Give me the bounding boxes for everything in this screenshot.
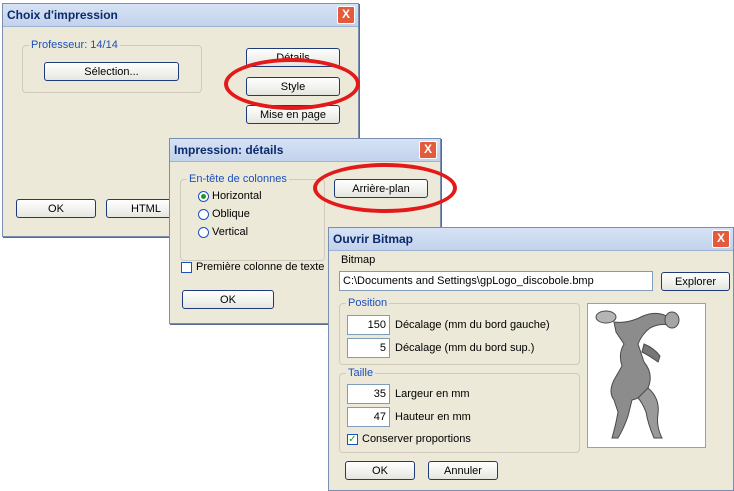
checkbox-icon[interactable] [181,262,192,273]
explorer-button[interactable]: Explorer [661,272,730,291]
bitmap-path-field[interactable]: C:\Documents and Settings\gpLogo_discobo… [339,271,653,291]
decalage-gauche-field[interactable]: 150 [347,315,390,335]
highlight-ring-arriere-plan [313,163,457,213]
radio-vertical-label[interactable]: Vertical [212,226,248,238]
bitmap-label: Bitmap [341,254,376,266]
impression-titlebar[interactable]: Impression: détails X [170,139,440,162]
choix-title: Choix d'impression [7,8,118,22]
premiere-colonne-label[interactable]: Première colonne de texte su [196,261,339,273]
radio-icon[interactable] [198,209,209,220]
largeur-field[interactable]: 35 [347,384,390,404]
professeur-group-label: Professeur: 14/14 [29,39,120,51]
radio-icon[interactable] [198,191,209,202]
bitmap-titlebar[interactable]: Ouvrir Bitmap X [329,228,733,251]
radio-horizontal-label[interactable]: Horizontal [212,190,262,202]
radio-oblique-label[interactable]: Oblique [212,208,250,220]
largeur-label: Largeur en mm [395,388,470,400]
checkbox-icon[interactable]: ✓ [347,434,358,445]
highlight-ring-style [224,58,360,110]
close-icon[interactable]: X [419,141,437,159]
bitmap-title: Ouvrir Bitmap [333,232,414,246]
close-icon[interactable]: X [337,6,355,24]
position-group-label: Position [346,297,390,309]
decalage-gauche-label: Décalage (mm du bord gauche) [395,319,550,331]
ok-button[interactable]: OK [16,199,96,218]
discobolus-image [595,310,680,439]
choix-titlebar[interactable]: Choix d'impression X [3,4,358,27]
decalage-sup-label: Décalage (mm du bord sup.) [395,342,535,354]
hauteur-label: Hauteur en mm [395,411,471,423]
selection-button[interactable]: Sélection... [44,62,179,81]
bitmap-preview [587,303,706,448]
impression-title: Impression: détails [174,143,284,157]
radio-icon[interactable] [198,227,209,238]
close-icon[interactable]: X [712,230,730,248]
taille-group-label: Taille [346,367,376,379]
ouvrir-bitmap-dialog: Ouvrir Bitmap X Bitmap C:\Documents and … [328,227,734,491]
conserver-proportions-label[interactable]: Conserver proportions [362,433,471,445]
ok-button[interactable]: OK [345,461,415,480]
annuler-button[interactable]: Annuler [428,461,498,480]
ok-button[interactable]: OK [182,290,274,309]
hauteur-field[interactable]: 47 [347,407,390,427]
en-tete-group-label: En-tête de colonnes [187,173,289,185]
decalage-sup-field[interactable]: 5 [347,338,390,358]
